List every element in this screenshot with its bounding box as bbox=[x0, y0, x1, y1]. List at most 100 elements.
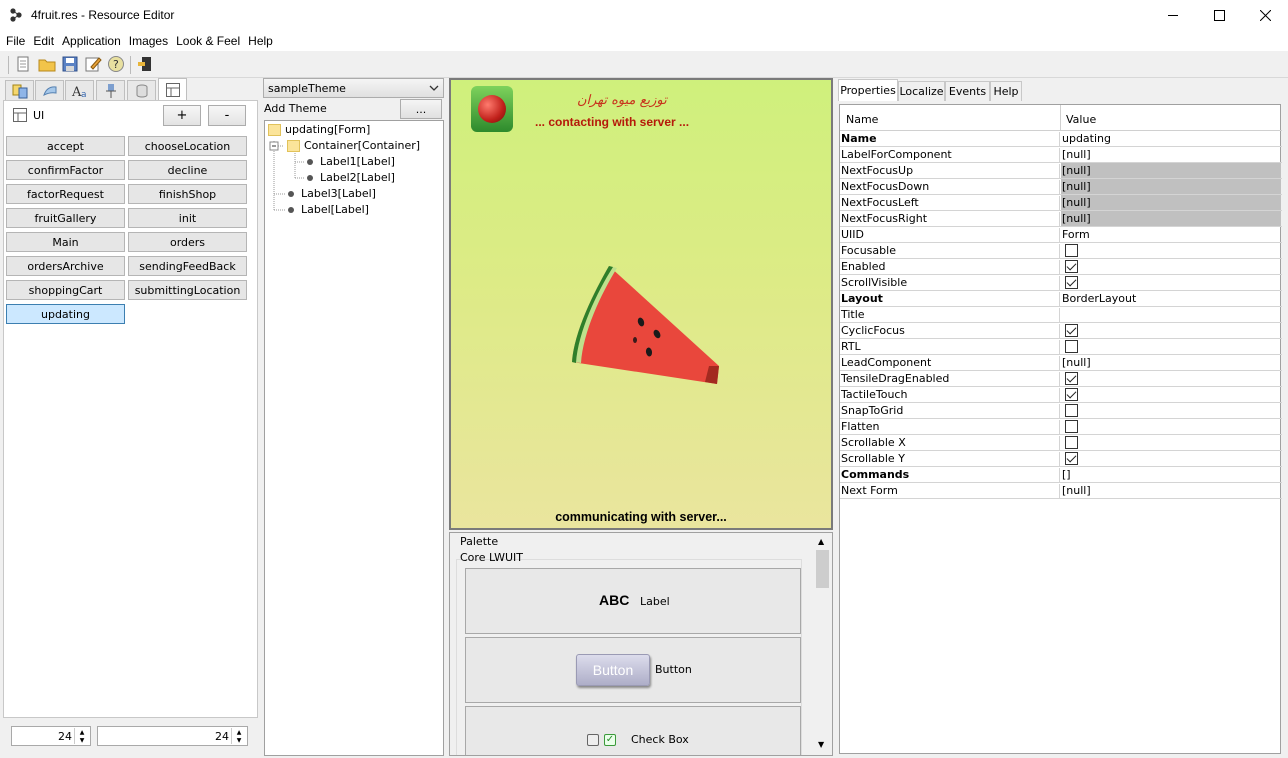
property-value[interactable]: Form bbox=[1061, 227, 1281, 242]
property-value[interactable]: [null] bbox=[1061, 147, 1281, 162]
tab-themes[interactable] bbox=[5, 80, 34, 101]
property-value[interactable] bbox=[1061, 451, 1281, 466]
remove-form-button[interactable]: - bbox=[208, 105, 246, 126]
property-row-name[interactable]: Name updating bbox=[840, 131, 1282, 147]
spinner-up-icon[interactable]: ▲ bbox=[75, 728, 89, 736]
width-spinner-arrows[interactable]: ▲ ▼ bbox=[74, 728, 89, 744]
property-row-title[interactable]: Title bbox=[840, 307, 1282, 323]
menu-look-and-feel[interactable]: Look & Feel bbox=[173, 34, 243, 48]
property-value[interactable]: [] bbox=[1061, 467, 1281, 482]
form-button-main[interactable]: Main bbox=[6, 232, 125, 252]
form-button-finishshop[interactable]: finishShop bbox=[128, 184, 247, 204]
unchecked-checkbox[interactable] bbox=[1065, 340, 1078, 353]
property-row-tactiletouch[interactable]: TactileTouch bbox=[840, 387, 1282, 403]
unchecked-checkbox[interactable] bbox=[1065, 244, 1078, 257]
height-spinner-arrows[interactable]: ▲ ▼ bbox=[231, 728, 246, 744]
form-button-decline[interactable]: decline bbox=[128, 160, 247, 180]
checked-checkbox[interactable] bbox=[1065, 260, 1078, 273]
tree-node-label2[interactable]: Label2[Label] bbox=[304, 171, 395, 184]
scroll-up-icon[interactable]: ▲ bbox=[818, 537, 824, 546]
property-row-labelforcomponent[interactable]: LabelForComponent [null] bbox=[840, 147, 1282, 163]
property-row-commands[interactable]: Commands[] bbox=[840, 467, 1282, 483]
form-button-accept[interactable]: accept bbox=[6, 136, 125, 156]
property-value[interactable]: [null] bbox=[1061, 355, 1281, 370]
maximize-button[interactable] bbox=[1196, 0, 1242, 31]
property-row-cyclicfocus[interactable]: CyclicFocus bbox=[840, 323, 1282, 339]
unchecked-checkbox[interactable] bbox=[1065, 436, 1078, 449]
checked-checkbox[interactable] bbox=[1065, 372, 1078, 385]
tab-localize[interactable]: Localize bbox=[898, 81, 945, 101]
spinner-down-icon[interactable]: ▼ bbox=[75, 736, 89, 744]
form-button-sendingfeedback[interactable]: sendingFeedBack bbox=[128, 256, 247, 276]
save-icon[interactable] bbox=[61, 55, 79, 73]
form-button-shoppingcart[interactable]: shoppingCart bbox=[6, 280, 125, 300]
property-row-snaptogrid[interactable]: SnapToGrid bbox=[840, 403, 1282, 419]
edit-icon[interactable] bbox=[84, 55, 102, 73]
property-value[interactable] bbox=[1061, 403, 1281, 418]
tab-ui[interactable] bbox=[158, 78, 187, 101]
property-row-scrollable-y[interactable]: Scrollable Y bbox=[840, 451, 1282, 467]
minimize-button[interactable] bbox=[1150, 0, 1196, 31]
menu-images[interactable]: Images bbox=[126, 34, 171, 48]
tree-node-label1[interactable]: Label1[Label] bbox=[304, 155, 395, 168]
property-value[interactable] bbox=[1061, 275, 1281, 290]
property-row-nextfocusright[interactable]: NextFocusRight [null] bbox=[840, 211, 1282, 227]
tab-images[interactable] bbox=[35, 80, 64, 101]
property-value[interactable] bbox=[1061, 339, 1281, 354]
unchecked-checkbox[interactable] bbox=[1065, 420, 1078, 433]
form-button-ordersarchive[interactable]: ordersArchive bbox=[6, 256, 125, 276]
property-row-layout[interactable]: Layout BorderLayout bbox=[840, 291, 1282, 307]
property-value[interactable] bbox=[1061, 259, 1281, 274]
exit-icon[interactable] bbox=[136, 55, 154, 73]
unchecked-checkbox[interactable] bbox=[1065, 404, 1078, 417]
palette-item-checkbox[interactable]: ✓ Check Box bbox=[465, 706, 801, 755]
form-button-fruitgallery[interactable]: fruitGallery bbox=[6, 208, 125, 228]
tree-node-label3[interactable]: Label3[Label] bbox=[285, 187, 376, 200]
property-value[interactable] bbox=[1061, 371, 1281, 386]
property-row-focusable[interactable]: Focusable bbox=[840, 243, 1282, 259]
menu-edit[interactable]: Edit bbox=[30, 34, 57, 48]
tab-events[interactable]: Events bbox=[945, 81, 990, 101]
checked-checkbox[interactable] bbox=[1065, 276, 1078, 289]
scroll-down-icon[interactable]: ▼ bbox=[818, 740, 824, 749]
property-value[interactable] bbox=[1061, 243, 1281, 258]
help-icon[interactable]: ? bbox=[107, 55, 125, 73]
menu-help[interactable]: Help bbox=[245, 34, 276, 48]
tree-node-container[interactable]: Container[Container] bbox=[287, 139, 420, 152]
tree-node-updating-form[interactable]: updating[Form] bbox=[268, 123, 370, 136]
property-value[interactable] bbox=[1061, 419, 1281, 434]
spinner-down-icon[interactable]: ▼ bbox=[232, 736, 246, 744]
form-preview[interactable]: توزیع میوه تهران ... contacting with ser… bbox=[449, 78, 833, 530]
height-spinner[interactable]: 24 ▲ ▼ bbox=[97, 726, 248, 746]
column-header-name[interactable]: Name bbox=[846, 113, 878, 126]
theme-select[interactable]: sampleTheme bbox=[263, 78, 444, 98]
property-value[interactable]: updating bbox=[1061, 131, 1281, 146]
tab-data[interactable] bbox=[127, 80, 156, 101]
property-value[interactable] bbox=[1061, 387, 1281, 402]
add-form-button[interactable]: + bbox=[163, 105, 201, 126]
form-button-submittinglocation[interactable]: submittingLocation bbox=[128, 280, 247, 300]
property-row-nextfocusup[interactable]: NextFocusUp [null] bbox=[840, 163, 1282, 179]
property-value[interactable] bbox=[1061, 323, 1281, 338]
property-value[interactable] bbox=[1061, 435, 1281, 450]
property-value[interactable]: [null] bbox=[1061, 163, 1281, 178]
property-row-enabled[interactable]: Enabled bbox=[840, 259, 1282, 275]
property-row-flatten[interactable]: Flatten bbox=[840, 419, 1282, 435]
column-header-value[interactable]: Value bbox=[1066, 113, 1096, 126]
form-button-updating[interactable]: updating bbox=[6, 304, 125, 324]
property-value[interactable]: [null] bbox=[1061, 195, 1281, 210]
spinner-up-icon[interactable]: ▲ bbox=[232, 728, 246, 736]
property-row-rtl[interactable]: RTL bbox=[840, 339, 1282, 355]
tab-localization[interactable] bbox=[96, 80, 125, 101]
property-value[interactable]: BorderLayout bbox=[1061, 291, 1281, 306]
property-row-tensiledragenabled[interactable]: TensileDragEnabled bbox=[840, 371, 1282, 387]
property-row-leadcomponent[interactable]: LeadComponent [null] bbox=[840, 355, 1282, 371]
property-row-nextfocusdown[interactable]: NextFocusDown [null] bbox=[840, 179, 1282, 195]
tab-help[interactable]: Help bbox=[990, 81, 1022, 101]
form-button-confirmfactor[interactable]: confirmFactor bbox=[6, 160, 125, 180]
property-value[interactable]: [null] bbox=[1061, 211, 1281, 226]
width-spinner[interactable]: 24 ▲ ▼ bbox=[11, 726, 91, 746]
property-row-scrollable-x[interactable]: Scrollable X bbox=[840, 435, 1282, 451]
form-button-chooselocation[interactable]: chooseLocation bbox=[128, 136, 247, 156]
property-value[interactable] bbox=[1061, 307, 1281, 322]
